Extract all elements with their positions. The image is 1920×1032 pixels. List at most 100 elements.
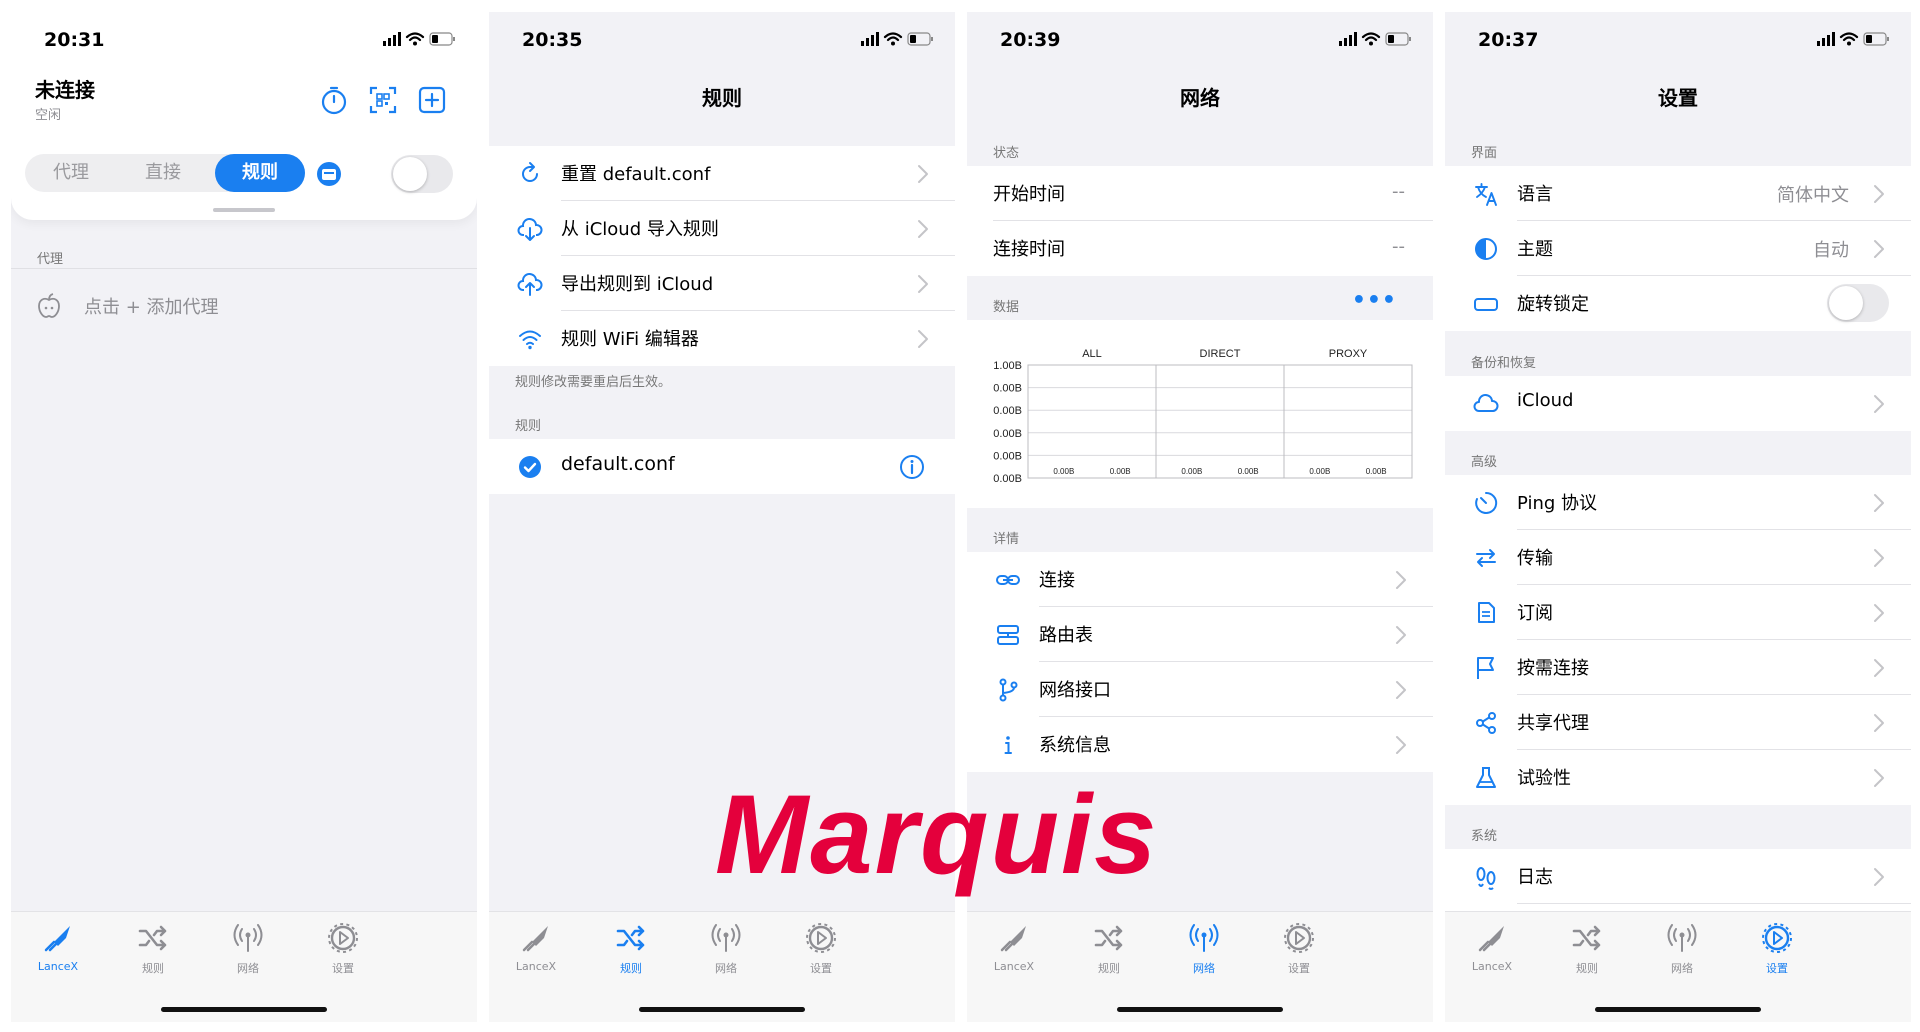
section-system: 系统 [1471,829,1498,844]
experimental-row[interactable]: 试验性 [1445,750,1911,805]
more-icon[interactable]: ••• [1352,288,1397,313]
tab-rules[interactable]: 规则 [123,920,183,976]
interfaces-row[interactable]: 网络接口 [967,662,1433,717]
bar-label: 0.00B [1309,467,1330,476]
wifi-editor-row[interactable]: 规则 WiFi 编辑器 [489,311,955,366]
rocket-icon [1478,926,1504,952]
shuffle-icon [1094,925,1123,951]
system-info-row[interactable]: 系统信息 [967,717,1433,772]
transfer-row[interactable]: 传输 [1445,530,1911,585]
mode-rule[interactable]: 规则 [215,154,305,192]
tab-bar: LanceX 规则 网络 设置 [1445,911,1911,1022]
rule-actions-group: 重置 default.conf 从 iCloud 导入规则 导出规则到 iClo… [489,146,955,366]
log-row[interactable]: 日志 [1445,849,1911,904]
tab-lancex[interactable]: LanceX [984,920,1044,973]
row-label: 按需连接 [1517,658,1589,679]
status-icons [861,32,933,46]
chevron-right-icon [1873,493,1885,513]
connect-toggle[interactable] [391,155,453,193]
mode-direct[interactable]: 直接 [117,154,209,192]
checkmark-circle-icon [519,456,541,478]
import-icloud-row[interactable]: 从 iCloud 导入规则 [489,201,955,256]
tab-settings[interactable]: 设置 [791,920,851,976]
row-label: 从 iCloud 导入规则 [561,219,719,240]
page-title: 规则 [702,86,742,110]
section-rules: 规则 [515,419,542,434]
rotation-lock-toggle[interactable] [1827,284,1889,322]
apple-icon [38,293,60,318]
tab-lancex[interactable]: LanceX [506,920,566,973]
add-icon[interactable] [417,85,447,115]
row-label: 日志 [1517,867,1553,888]
tab-label: LanceX [1471,960,1513,973]
row-label: 旋转锁定 [1517,294,1589,315]
advanced-group: Ping 协议 传输 订阅 按需连接 共享代理 试验性 [1445,475,1911,805]
bar-label: 0.00B [1366,467,1387,476]
section-advanced: 高级 [1471,455,1498,470]
add-proxy-hint[interactable]: 点击 + 添加代理 [84,293,219,319]
export-icloud-row[interactable]: 导出规则到 iCloud [489,256,955,311]
transfer-icon [1476,549,1496,567]
row-label: 试验性 [1517,768,1571,789]
tab-label: 规则 [142,962,164,975]
status-time: 20:39 [1000,29,1061,51]
tab-network[interactable]: 网络 [1174,920,1234,976]
info-icon[interactable] [899,454,925,480]
chevron-right-icon [1873,394,1885,414]
tab-label: LanceX [37,960,79,973]
reset-rule-row[interactable]: 重置 default.conf [489,146,955,201]
rules-note: 规则修改需要重启后生效。 [515,375,672,390]
antenna-icon [1667,924,1697,952]
tab-label: 规则 [1576,962,1598,975]
timer-icon[interactable] [319,85,349,115]
row-label: 订阅 [1517,603,1553,624]
row-label: Ping 协议 [1517,493,1598,514]
rule-list-group: default.conf [489,439,955,494]
tab-rules[interactable]: 规则 [1079,920,1139,976]
chevron-right-icon [1395,735,1407,755]
share-proxy-row[interactable]: 共享代理 [1445,695,1911,750]
drag-handle[interactable] [213,208,275,212]
theme-row[interactable]: 主题 自动 [1445,221,1911,276]
tab-rules[interactable]: 规则 [601,920,661,976]
section-data: 数据 [993,300,1020,315]
tab-network[interactable]: 网络 [218,920,278,976]
rotation-lock-row: 旋转锁定 [1445,276,1911,331]
antenna-icon [711,924,741,952]
row-label: 规则 WiFi 编辑器 [561,329,699,350]
section-status: 状态 [993,146,1020,161]
cloud-upload-icon [517,273,543,296]
gear-icon [1284,923,1314,953]
tab-bar: LanceX 规则 网络 设置 [967,911,1433,1022]
status-icons [1817,32,1889,46]
tab-settings[interactable]: 设置 [1747,920,1807,976]
language-row[interactable]: 语言 简体中文 [1445,166,1911,221]
tab-network[interactable]: 网络 [1652,920,1712,976]
mode-proxy[interactable]: 代理 [25,154,117,192]
row-label: 传输 [1517,548,1553,569]
status-bar: 20:31 [11,12,477,62]
ping-row[interactable]: Ping 协议 [1445,475,1911,530]
rule-file-icon[interactable] [315,160,343,188]
cloud-download-icon [517,218,543,241]
chevron-right-icon [1873,603,1885,623]
connections-row[interactable]: 连接 [967,552,1433,607]
route-table-row[interactable]: 路由表 [967,607,1433,662]
tab-settings[interactable]: 设置 [1269,920,1329,976]
tab-network[interactable]: 网络 [696,920,756,976]
tab-settings[interactable]: 设置 [313,920,373,976]
on-demand-row[interactable]: 按需连接 [1445,640,1911,695]
row-label: 主题 [1517,239,1553,260]
status-bar: 20:39 [967,12,1433,62]
section-proxy: 代理 [37,252,64,267]
gear-icon [328,923,358,953]
icloud-row[interactable]: iCloud [1445,376,1911,431]
chevron-right-icon [1873,184,1885,204]
category-label: DIRECT [1200,348,1241,360]
tab-rules[interactable]: 规则 [1557,920,1617,976]
tab-lancex[interactable]: LanceX [28,920,88,973]
rule-file-row[interactable]: default.conf [489,439,955,494]
tab-lancex[interactable]: LanceX [1462,920,1522,973]
qr-scan-icon[interactable] [368,85,398,115]
subscription-row[interactable]: 订阅 [1445,585,1911,640]
